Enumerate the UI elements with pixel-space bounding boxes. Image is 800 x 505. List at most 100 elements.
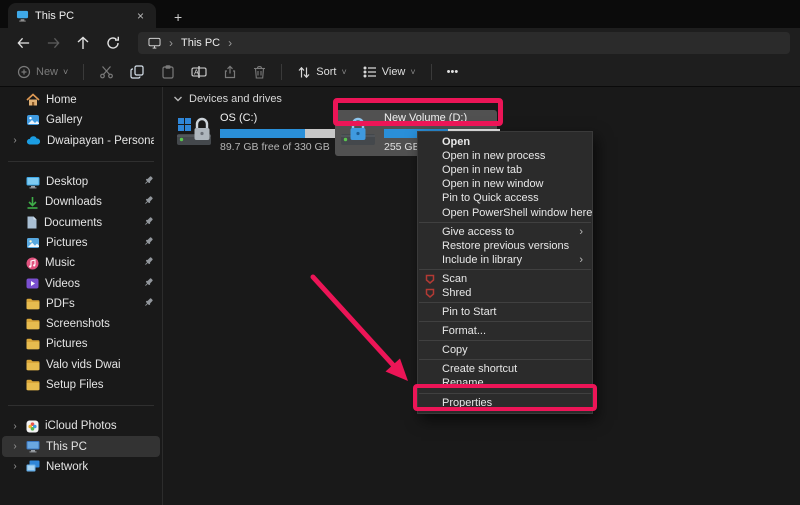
sidebar-item-setup-files[interactable]: Setup Files	[2, 375, 160, 395]
drive-free-space: 89.7 GB free of 330 GB	[220, 141, 336, 153]
navigation-pane: Home Gallery › Dwaipayan - Personal	[0, 87, 163, 505]
sidebar-item-label: Pictures	[46, 237, 137, 249]
expand-chevron-icon[interactable]: ›	[10, 135, 20, 146]
folder-icon	[26, 379, 40, 391]
sidebar-item-label: Music	[45, 257, 137, 269]
chevron-down-icon	[173, 95, 183, 103]
pin-icon	[143, 277, 154, 291]
address-bar[interactable]: › This PC ›	[138, 32, 790, 54]
new-button[interactable]: New ˅	[10, 61, 75, 83]
menu-separator	[419, 393, 591, 394]
menu-item-rename[interactable]: Rename	[418, 376, 592, 390]
desktop-icon	[26, 176, 40, 189]
menu-item-label: Create shortcut	[442, 363, 517, 375]
drive-tile-os-c[interactable]: OS (C:) 89.7 GB free of 330 GB	[171, 110, 333, 156]
submenu-chevron-icon: ›	[579, 226, 583, 238]
sidebar-separator	[8, 161, 154, 162]
sidebar-item-pictures-folder[interactable]: Pictures	[2, 334, 160, 354]
sidebar-item-home[interactable]: Home	[2, 90, 160, 110]
menu-item-label: Open in new window	[442, 178, 544, 190]
sidebar-item-videos[interactable]: Videos	[2, 273, 160, 293]
sidebar-item-label: Documents	[44, 217, 137, 229]
capacity-bar	[220, 129, 336, 138]
sidebar-item-network[interactable]: › Network	[2, 457, 160, 477]
sidebar-item-documents[interactable]: Documents	[2, 212, 160, 232]
pin-icon	[143, 297, 154, 311]
forward-button[interactable]	[40, 31, 66, 55]
menu-item-format[interactable]: Format...	[418, 324, 592, 338]
videos-icon	[26, 277, 39, 290]
delete-button[interactable]	[246, 61, 273, 83]
menu-item-give-access-to[interactable]: Give access to›	[418, 225, 592, 239]
chevron-down-icon: ˅	[63, 67, 68, 77]
menu-item-include-in-library[interactable]: Include in library›	[418, 253, 592, 267]
pin-icon	[143, 195, 154, 209]
menu-item-pin-to-start[interactable]: Pin to Start	[418, 305, 592, 319]
paste-button[interactable]	[154, 61, 182, 83]
menu-item-label: Restore previous versions	[442, 240, 569, 252]
menu-item-create-shortcut[interactable]: Create shortcut	[418, 362, 592, 376]
menu-item-open-in-new-process[interactable]: Open in new process	[418, 149, 592, 163]
sidebar-item-icloud-photos[interactable]: › iCloud Photos	[2, 416, 160, 436]
drive-info: OS (C:) 89.7 GB free of 330 GB	[220, 112, 336, 154]
sidebar-item-label: Pictures	[46, 338, 154, 350]
cut-button[interactable]	[92, 61, 121, 83]
menu-item-open-powershell-window-here[interactable]: Open PowerShell window here	[418, 205, 592, 219]
rename-button[interactable]: A	[184, 61, 214, 83]
sidebar-item-downloads[interactable]: Downloads	[2, 192, 160, 212]
menu-item-open[interactable]: Open	[418, 135, 592, 149]
menu-item-label: Copy	[442, 344, 468, 356]
menu-item-properties[interactable]: Properties	[418, 396, 592, 410]
home-icon	[26, 93, 40, 107]
sidebar-item-screenshots[interactable]: Screenshots	[2, 314, 160, 334]
breadcrumb-chevron-icon: ›	[169, 38, 173, 48]
folder-icon	[26, 298, 40, 310]
menu-item-restore-previous-versions[interactable]: Restore previous versions	[418, 239, 592, 253]
chevron-down-icon: ˅	[410, 67, 415, 77]
copy-button[interactable]	[123, 61, 152, 83]
menu-item-open-in-new-window[interactable]: Open in new window	[418, 177, 592, 191]
file-explorer-window: This PC × + › This PC › New	[0, 0, 800, 505]
sidebar-item-pdfs[interactable]: PDFs	[2, 294, 160, 314]
breadcrumb-this-pc[interactable]: This PC	[181, 37, 220, 49]
titlebar: This PC × +	[0, 0, 800, 28]
menu-item-shred[interactable]: Shred	[418, 286, 592, 300]
devices-and-drives-header[interactable]: Devices and drives	[171, 90, 800, 108]
menu-item-pin-to-quick-access[interactable]: Pin to Quick access	[418, 191, 592, 205]
expand-chevron-icon[interactable]: ›	[10, 441, 20, 452]
antivirus-shield-icon	[425, 274, 435, 284]
svg-text:A: A	[194, 70, 199, 77]
menu-item-copy[interactable]: Copy	[418, 343, 592, 357]
sidebar-item-pictures[interactable]: Pictures	[2, 233, 160, 253]
sidebar-item-valo-vids-dwai[interactable]: Valo vids Dwai	[2, 355, 160, 375]
menu-item-open-in-new-tab[interactable]: Open in new tab	[418, 163, 592, 177]
sidebar-item-gallery[interactable]: Gallery	[2, 110, 160, 130]
menu-separator	[419, 359, 591, 360]
expand-chevron-icon[interactable]: ›	[10, 461, 20, 472]
refresh-button[interactable]	[100, 31, 126, 55]
tab-close-icon[interactable]: ×	[133, 9, 148, 23]
sidebar-item-this-pc[interactable]: › This PC	[2, 436, 160, 456]
capacity-bar-fill	[220, 129, 305, 138]
folder-icon	[26, 338, 40, 350]
new-tab-button[interactable]: +	[168, 9, 188, 28]
tab-this-pc[interactable]: This PC ×	[8, 3, 156, 28]
sort-button[interactable]: Sort ˅	[290, 62, 353, 83]
back-button[interactable]	[10, 31, 36, 55]
sidebar-item-desktop[interactable]: Desktop	[2, 172, 160, 192]
menu-item-scan[interactable]: Scan	[418, 272, 592, 286]
expand-chevron-icon[interactable]: ›	[10, 421, 20, 432]
pin-icon	[143, 216, 154, 230]
sidebar-item-label: Desktop	[46, 176, 137, 188]
menu-item-label: Format...	[442, 325, 486, 337]
share-button[interactable]	[216, 61, 244, 83]
menu-item-label: Rename	[442, 377, 484, 389]
sidebar-item-music[interactable]: Music	[2, 253, 160, 273]
menu-separator	[419, 321, 591, 322]
sidebar-item-onedrive-personal[interactable]: › Dwaipayan - Personal	[2, 131, 160, 151]
drive-bitlocker-windows-icon	[175, 112, 215, 154]
more-options-button[interactable]: •••	[440, 62, 466, 82]
view-button[interactable]: View ˅	[356, 62, 423, 82]
monitor-icon	[148, 37, 161, 49]
up-button[interactable]	[70, 31, 96, 55]
